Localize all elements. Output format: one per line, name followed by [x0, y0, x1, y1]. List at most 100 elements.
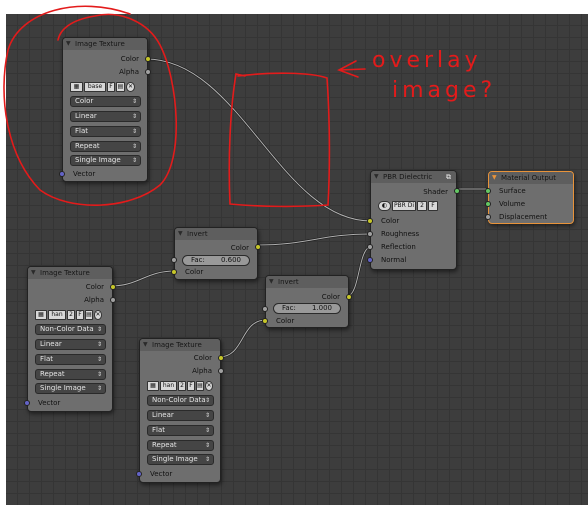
fake-user-toggle[interactable]: F — [76, 310, 84, 320]
node-header[interactable]: ▼ Image Texture — [140, 339, 220, 351]
image-selector[interactable]: ▦ han 2 F ▤ ✕ — [147, 381, 213, 391]
input-volume-socket[interactable] — [485, 201, 491, 207]
dropdown-value: Repeat — [75, 142, 100, 150]
output-color-socket[interactable] — [346, 294, 352, 300]
collapse-arrow-icon[interactable]: ▼ — [374, 171, 379, 183]
image-selector[interactable]: ▦ han 2 F ▤ ✕ — [35, 310, 102, 320]
extension-dropdown[interactable]: Repeat ⇕ — [35, 369, 106, 380]
source-dropdown[interactable]: Single Image ⇕ — [35, 383, 106, 394]
input-vector-socket[interactable] — [59, 171, 65, 177]
node-tree-browse-icon[interactable]: ◐ — [378, 201, 391, 211]
invert-node-2[interactable]: ▼ Invert Color Fac: 1.000 Color — [262, 275, 352, 328]
node-header[interactable]: ▼ Material Output — [489, 172, 573, 184]
image-browse-icon[interactable]: ▦ — [147, 381, 159, 391]
fake-user-toggle[interactable]: F — [107, 82, 115, 92]
collapse-arrow-icon[interactable]: ▼ — [178, 228, 183, 240]
input-color-socket[interactable] — [171, 269, 177, 275]
collapse-arrow-icon[interactable]: ▼ — [66, 38, 71, 50]
node-header[interactable]: ▼ Image Texture — [63, 38, 147, 50]
input-color-label: Color — [276, 317, 295, 325]
input-color-socket[interactable] — [262, 318, 268, 324]
input-color-label: Color — [185, 268, 204, 276]
extension-dropdown[interactable]: Repeat ⇕ — [147, 440, 214, 451]
updown-icon: ⇕ — [131, 143, 137, 150]
output-color-socket[interactable] — [145, 56, 151, 62]
interpolation-dropdown[interactable]: Linear ⇕ — [147, 410, 214, 421]
dropdown-value: Repeat — [40, 370, 65, 378]
image-name[interactable]: han — [48, 310, 66, 320]
input-fac-socket[interactable] — [262, 306, 268, 312]
updown-icon: ⇕ — [131, 157, 137, 164]
image-users-count[interactable]: 2 — [67, 310, 75, 320]
input-color-socket[interactable] — [367, 218, 373, 224]
output-shader-socket[interactable] — [454, 188, 460, 194]
image-texture-node-1[interactable]: ▼ Image Texture Color Alpha ▦ base F ▤ ✕ … — [59, 37, 151, 182]
input-vector-socket[interactable] — [24, 400, 30, 406]
group-users-count[interactable]: 2 — [417, 201, 427, 211]
updown-icon: ⇕ — [96, 326, 102, 333]
source-dropdown[interactable]: Single Image ⇕ — [70, 155, 141, 166]
output-color-socket[interactable] — [110, 284, 116, 290]
unlink-icon[interactable]: ✕ — [126, 82, 135, 92]
image-browse-icon[interactable]: ▦ — [70, 82, 83, 92]
fac-field[interactable]: Fac: 1.000 — [273, 303, 341, 314]
interpolation-dropdown[interactable]: Linear ⇕ — [70, 111, 141, 122]
pbr-dielectric-group-node[interactable]: ▼ PBR Dielectric ⧉ Shader ◐ PBR Di 2 F Col… — [367, 170, 460, 270]
collapse-arrow-icon[interactable]: ▼ — [269, 276, 274, 288]
image-selector[interactable]: ▦ base F ▤ ✕ — [70, 82, 135, 92]
image-name[interactable]: han — [160, 381, 177, 391]
group-name[interactable]: PBR Di — [392, 201, 416, 211]
invert-node-1[interactable]: ▼ Invert Color Fac: 0.600 Color — [171, 227, 261, 280]
output-color-socket[interactable] — [218, 355, 224, 361]
node-title: Material Output — [501, 174, 556, 182]
input-surface-label: Surface — [499, 187, 526, 195]
input-reflection-socket[interactable] — [367, 244, 373, 250]
color-space-dropdown[interactable]: Non-Color Data ⇕ — [35, 324, 106, 335]
output-alpha-socket[interactable] — [218, 368, 224, 374]
open-image-icon[interactable]: ▤ — [85, 310, 93, 320]
collapse-arrow-icon[interactable]: ▼ — [143, 339, 148, 351]
node-header[interactable]: ▼ Invert — [266, 276, 348, 288]
node-header[interactable]: ▼ Image Texture — [28, 267, 112, 279]
unlink-icon[interactable]: ✕ — [205, 381, 213, 391]
collapse-arrow-icon[interactable]: ▼ — [492, 172, 497, 184]
input-displacement-socket[interactable] — [485, 214, 491, 220]
node-header[interactable]: ▼ PBR Dielectric ⧉ — [371, 171, 456, 183]
group-edit-icon[interactable]: ⧉ — [446, 171, 451, 183]
projection-dropdown[interactable]: Flat ⇕ — [147, 425, 214, 436]
source-dropdown[interactable]: Single Image ⇕ — [147, 454, 214, 465]
node-header[interactable]: ▼ Invert — [175, 228, 257, 240]
material-output-node[interactable]: ▼ Material Output Surface Volume Displace… — [485, 171, 574, 224]
output-alpha-socket[interactable] — [110, 297, 116, 303]
image-users-count[interactable]: 2 — [178, 381, 186, 391]
input-fac-socket[interactable] — [171, 257, 177, 263]
output-alpha-socket[interactable] — [145, 69, 151, 75]
open-image-icon[interactable]: ▤ — [196, 381, 204, 391]
output-color-socket[interactable] — [255, 244, 261, 250]
extension-dropdown[interactable]: Repeat ⇕ — [70, 141, 141, 152]
fake-user-toggle[interactable]: F — [187, 381, 195, 391]
open-image-icon[interactable]: ▤ — [116, 82, 125, 92]
image-browse-icon[interactable]: ▦ — [35, 310, 47, 320]
fac-field[interactable]: Fac: 0.600 — [182, 255, 250, 266]
collapse-arrow-icon[interactable]: ▼ — [31, 267, 36, 279]
input-surface-socket[interactable] — [485, 188, 491, 194]
image-texture-node-2[interactable]: ▼ Image Texture Color Alpha ▦ han 2 F ▤ ✕… — [24, 266, 116, 412]
group-selector[interactable]: ◐ PBR Di 2 F — [378, 201, 438, 211]
dropdown-value: Single Image — [152, 455, 198, 463]
projection-dropdown[interactable]: Flat ⇕ — [70, 126, 141, 137]
image-texture-node-3[interactable]: ▼ Image Texture Color Alpha ▦ han 2 F ▤ ✕… — [136, 338, 224, 483]
projection-dropdown[interactable]: Flat ⇕ — [35, 354, 106, 365]
node-title: Invert — [278, 278, 299, 286]
input-normal-socket[interactable] — [367, 257, 373, 263]
unlink-icon[interactable]: ✕ — [94, 310, 102, 320]
fake-user-toggle[interactable]: F — [428, 201, 438, 211]
color-space-dropdown[interactable]: Color ⇕ — [70, 96, 141, 107]
interpolation-dropdown[interactable]: Linear ⇕ — [35, 339, 106, 350]
dropdown-value: Non-Color Data — [40, 325, 94, 333]
color-space-dropdown[interactable]: Non-Color Data ⇕ — [147, 395, 214, 406]
image-name[interactable]: base — [84, 82, 106, 92]
updown-icon: ⇕ — [131, 113, 137, 120]
input-roughness-socket[interactable] — [367, 231, 373, 237]
input-vector-socket[interactable] — [136, 471, 142, 477]
